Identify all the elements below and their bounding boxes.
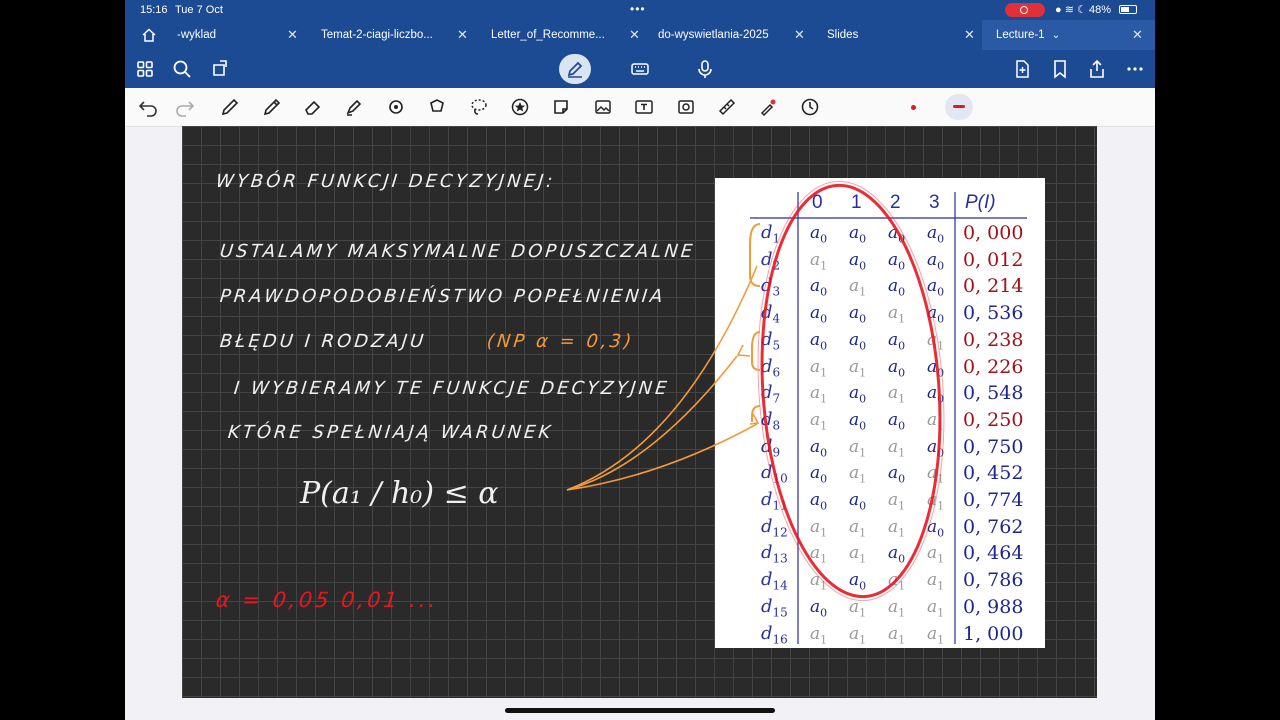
laser-pointer-icon[interactable] <box>758 97 778 117</box>
tab-label: Letter_of_Recomme... <box>491 29 605 41</box>
export-icon[interactable] <box>1087 59 1107 79</box>
add-page-icon[interactable] <box>1012 59 1032 79</box>
timer-icon[interactable] <box>800 97 820 117</box>
star-icon[interactable] <box>510 97 530 117</box>
shapes-icon[interactable] <box>386 97 406 117</box>
ruler-icon[interactable] <box>717 97 737 117</box>
bookmark-icon[interactable] <box>1050 59 1070 79</box>
tab-label: -wyklad <box>177 29 216 41</box>
multitasking-dots-icon[interactable]: ••• <box>630 2 646 16</box>
pen-tool-icon[interactable] <box>220 97 240 117</box>
selected-color-swatch[interactable] <box>945 94 973 120</box>
tab-temat[interactable]: Temat-2-ciagi-liczbo... ✕ <box>321 20 471 50</box>
close-icon[interactable]: ✕ <box>1132 20 1143 50</box>
chevron-down-icon[interactable]: ⌄ <box>1048 30 1060 41</box>
pen-mode-button[interactable] <box>559 54 591 84</box>
close-icon[interactable]: ✕ <box>794 20 805 50</box>
top-toolbar <box>125 50 1155 88</box>
pencil-tool-icon[interactable] <box>262 97 282 117</box>
highlighter-icon[interactable] <box>344 97 364 117</box>
home-indicator[interactable] <box>505 708 775 713</box>
tab-slides[interactable]: Slides ✕ <box>827 20 977 50</box>
tab-label: Temat-2-ciagi-liczbo... <box>321 29 433 41</box>
tab-letter[interactable]: Letter_of_Recomme... ✕ <box>491 20 641 50</box>
tab-wyklad[interactable]: -wyklad ✕ <box>177 20 301 50</box>
camera-scan-icon[interactable] <box>676 97 696 117</box>
wifi-icon: ● ≋ ☾ <box>1055 4 1087 16</box>
keyboard-icon[interactable] <box>630 59 650 79</box>
tab-do-wyswietlania[interactable]: do-wyswietlania-2025 ✕ <box>658 20 808 50</box>
tab-label: Lecture-1 <box>996 29 1045 41</box>
sticker-icon[interactable] <box>551 97 571 117</box>
undo-icon[interactable] <box>138 97 158 117</box>
close-icon[interactable]: ✕ <box>457 20 468 50</box>
lasso-shapes-icon[interactable] <box>427 97 447 117</box>
tab-label: do-wyswietlania-2025 <box>658 29 769 41</box>
drawing-tools-row <box>125 88 1155 127</box>
battery-icon <box>1119 5 1137 14</box>
redo-icon[interactable] <box>175 97 195 117</box>
tab-bar: -wyklad ✕ Temat-2-ciagi-liczbo... ✕ Lett… <box>125 20 1155 50</box>
battery-percent: 48% <box>1089 4 1112 16</box>
red-color-swatch[interactable] <box>911 105 916 110</box>
grid-icon[interactable] <box>135 59 155 79</box>
search-icon[interactable] <box>172 59 192 79</box>
status-bar: 15:16 Tue 7 Oct ••• ● ≋ ☾ 48% <box>125 0 1155 20</box>
share-screen-icon[interactable] <box>210 59 230 79</box>
status-date: Tue 7 Oct <box>175 4 223 16</box>
image-icon[interactable] <box>593 97 613 117</box>
microphone-icon[interactable] <box>695 59 715 79</box>
tab-lecture-1[interactable]: Lecture-1 ⌄ ✕ <box>982 20 1155 50</box>
tab-label: Slides <box>827 29 859 41</box>
note-page[interactable]: WYBÓR FUNKCJI DECYZYJNEJ: USTALAMY MAKSY… <box>182 126 1097 698</box>
home-icon[interactable] <box>141 27 157 43</box>
close-icon[interactable]: ✕ <box>629 20 640 50</box>
annotation-strokes <box>566 180 945 602</box>
lasso-icon[interactable] <box>469 97 489 117</box>
close-icon[interactable]: ✕ <box>964 20 975 50</box>
status-time: 15:16 <box>140 4 168 16</box>
eraser-icon[interactable] <box>303 97 323 117</box>
ipad-screen: 15:16 Tue 7 Oct ••• ● ≋ ☾ 48% -wyklad ✕ … <box>125 0 1155 720</box>
close-icon[interactable]: ✕ <box>287 20 298 50</box>
more-icon[interactable] <box>1125 59 1145 79</box>
screen-recording-icon[interactable] <box>1005 3 1045 17</box>
text-box-icon[interactable] <box>634 97 654 117</box>
pen-icon <box>567 61 583 78</box>
